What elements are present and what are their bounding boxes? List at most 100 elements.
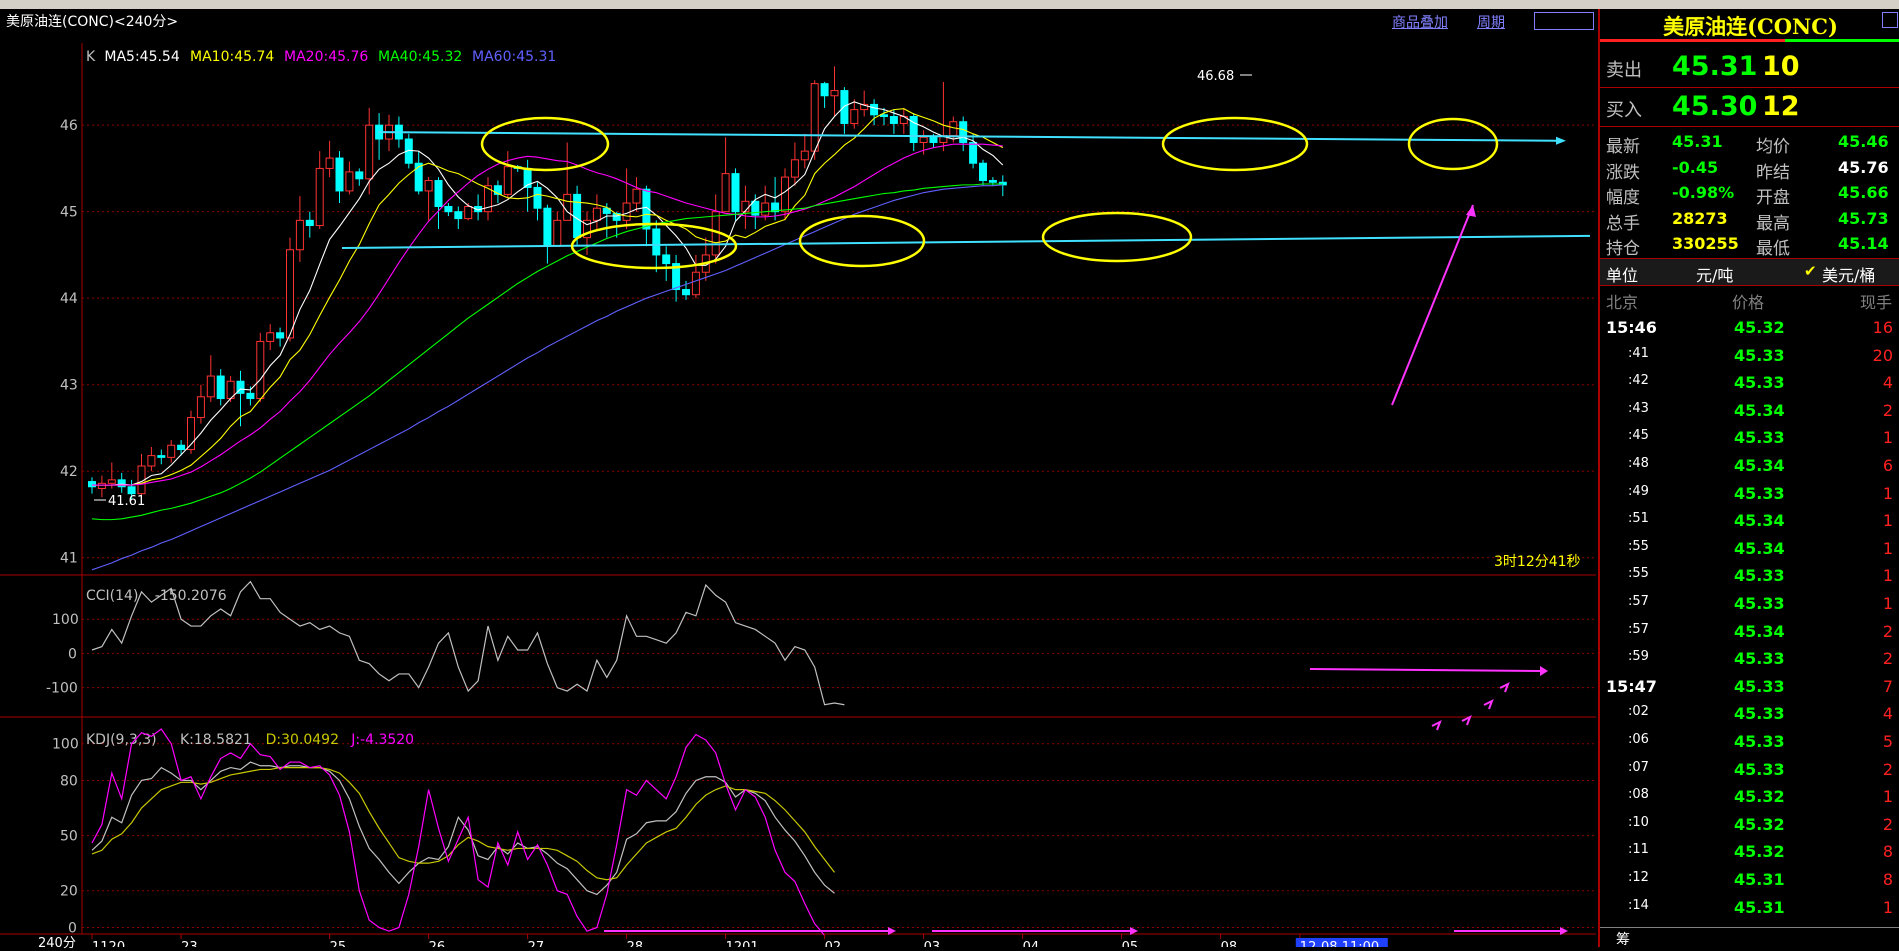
stat-label: 涨跌 bbox=[1606, 162, 1640, 183]
candle-body bbox=[731, 173, 740, 213]
x-axis-label: 25 bbox=[330, 940, 347, 947]
tick-time: :12 bbox=[1628, 870, 1649, 885]
tick-row: :02 45.33 4 bbox=[1600, 700, 1899, 728]
tick-time: :55 bbox=[1628, 566, 1649, 582]
tick-qty: 1 bbox=[1882, 566, 1893, 586]
tick-price: 45.32 bbox=[1734, 318, 1785, 337]
stat-label: 总手 bbox=[1606, 213, 1640, 234]
candle-body bbox=[909, 116, 918, 143]
tick-time: :48 bbox=[1628, 456, 1649, 471]
chart-area[interactable]: 41 42 43 44 45 46 K MA5:45.54 MA10:45.74 MA20:45.… bbox=[0, 9, 1598, 947]
candle-body bbox=[691, 271, 700, 296]
tick-price: 45.31 bbox=[1734, 897, 1785, 917]
stat-value: 45.31 bbox=[1672, 132, 1723, 151]
x-axis-label: 1201 bbox=[726, 940, 759, 947]
candle-body bbox=[533, 186, 542, 209]
price-axis-label: 44 bbox=[60, 291, 78, 307]
candle-body bbox=[979, 162, 987, 182]
tick-time: :41 bbox=[1628, 345, 1649, 361]
x-axis-label: 23 bbox=[181, 940, 198, 947]
candle-body bbox=[246, 392, 255, 400]
stat-value: 45.14 bbox=[1838, 234, 1889, 253]
header-symbol: 美原油连(CONC)<240分> bbox=[6, 14, 179, 30]
low-label: 41.61 bbox=[108, 494, 145, 509]
bid-price: 45.30 bbox=[1672, 91, 1758, 122]
tick-price: 45.33 bbox=[1734, 732, 1785, 751]
sidebar-corner-button[interactable] bbox=[1882, 12, 1898, 28]
tick-time: :08 bbox=[1628, 787, 1649, 803]
candle-body bbox=[335, 157, 344, 192]
tick-row: :57 45.34 2 bbox=[1600, 618, 1899, 646]
tick-row: :14 45.31 1 bbox=[1600, 894, 1899, 922]
kdj-axis-label: 100 bbox=[52, 737, 79, 753]
tick-qty: 1 bbox=[1882, 594, 1893, 613]
candle-body bbox=[880, 114, 888, 118]
tick-time: :06 bbox=[1628, 732, 1649, 747]
bid-label: 买入 bbox=[1606, 100, 1642, 121]
overlay-link[interactable]: 商品叠加 bbox=[1392, 12, 1448, 32]
stats-block: 最新 45.31 均价 45.46 涨跌 -0.45 昨结 45.76 幅度 -0.98% 开盘 45… bbox=[1600, 130, 1899, 259]
tick-time: :59 bbox=[1628, 649, 1649, 665]
candle-body bbox=[870, 103, 879, 116]
tick-row: 15:47 45.33 7 bbox=[1600, 673, 1899, 701]
tick-qty: 4 bbox=[1882, 704, 1893, 724]
kdj-axis-label: 50 bbox=[60, 829, 78, 845]
tick-time: :55 bbox=[1628, 538, 1649, 554]
price-axis-label: 41 bbox=[60, 551, 78, 567]
stat-value: 45.46 bbox=[1838, 132, 1889, 151]
tick-time: :02 bbox=[1628, 704, 1649, 720]
ticks-header-time: 北京 bbox=[1606, 293, 1639, 312]
candle-body bbox=[800, 150, 809, 161]
candle-body bbox=[117, 479, 126, 488]
tick-row: :59 45.33 2 bbox=[1600, 645, 1899, 673]
candle-body bbox=[592, 207, 601, 221]
kdj-axis-label: 80 bbox=[60, 773, 78, 789]
ask-row: 卖出 45.31 10 bbox=[1600, 49, 1899, 88]
stat-value: 45.73 bbox=[1838, 208, 1889, 228]
candle-body bbox=[345, 171, 354, 192]
tick-qty: 7 bbox=[1882, 676, 1893, 696]
candle-body bbox=[196, 396, 205, 419]
candle-body bbox=[969, 141, 978, 164]
chart_data.0-legend-ma10: MA10:45.74 bbox=[190, 49, 274, 65]
tick-row: 15:46 45.32 16 bbox=[1600, 314, 1899, 342]
tick-row: :51 45.34 1 bbox=[1600, 507, 1899, 535]
tick-price: 45.34 bbox=[1734, 621, 1785, 641]
x-axis-label: 26 bbox=[429, 940, 446, 947]
price-axis-label: 42 bbox=[60, 464, 78, 480]
footer-period: 240分 bbox=[38, 936, 76, 951]
tick-time: :14 bbox=[1628, 897, 1649, 913]
unit-value[interactable]: 元/吨 bbox=[1696, 262, 1733, 286]
candle-body bbox=[919, 136, 928, 143]
candle-body bbox=[573, 193, 582, 239]
x-axis-label: 02 bbox=[825, 940, 842, 947]
tick-row: :10 45.32 2 bbox=[1600, 811, 1899, 839]
stat-value: 28273 bbox=[1672, 208, 1728, 228]
tick-price: 45.33 bbox=[1734, 483, 1785, 503]
tick-price: 45.33 bbox=[1734, 345, 1785, 365]
candle-body bbox=[820, 83, 829, 97]
tick-row: :08 45.32 1 bbox=[1600, 783, 1899, 811]
candle-body bbox=[107, 479, 116, 484]
currency-value[interactable]: 美元/桶 bbox=[1822, 262, 1875, 286]
ticks-header: 北京 价格 现手 bbox=[1600, 286, 1899, 312]
candle-body bbox=[682, 289, 690, 296]
tick-time: :42 bbox=[1628, 373, 1649, 389]
tick-time: 15:46 bbox=[1606, 318, 1657, 337]
window-buttons[interactable] bbox=[1534, 12, 1594, 30]
candle-body bbox=[959, 121, 968, 143]
currency-check-icon[interactable]: ✔ bbox=[1804, 262, 1817, 280]
tick-qty: 1 bbox=[1882, 483, 1893, 503]
candle-body bbox=[503, 166, 512, 195]
candle-body bbox=[553, 219, 562, 247]
tick-price: 45.32 bbox=[1734, 787, 1785, 807]
tick-qty: 4 bbox=[1882, 373, 1893, 393]
candle-body bbox=[840, 90, 849, 124]
chart_data.0-legend-ma60: MA60:45.31 bbox=[472, 49, 556, 65]
ticks-list[interactable]: 15:46 45.32 16:41 45.33 20:42 45.33 4:43 45.34 2… bbox=[1600, 314, 1899, 924]
sidebar-red-line bbox=[1600, 39, 1785, 42]
stat-label: 持仓 bbox=[1606, 239, 1640, 259]
tick-qty: 1 bbox=[1882, 511, 1893, 531]
period-link[interactable]: 周期 bbox=[1477, 12, 1505, 32]
stat-label: 最高 bbox=[1756, 213, 1790, 234]
